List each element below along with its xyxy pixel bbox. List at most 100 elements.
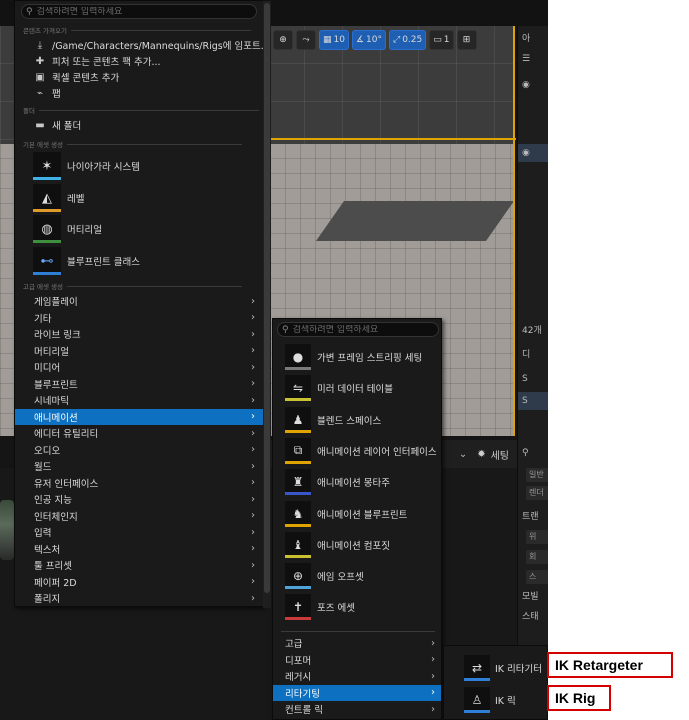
category-item[interactable]: 라이브 링크 › xyxy=(15,326,263,343)
chevron-right-icon: › xyxy=(431,654,435,665)
category-item[interactable]: 블루프린트 › xyxy=(15,376,263,393)
animation-category-item[interactable]: 리타기팅 › xyxy=(273,684,441,701)
add-content-pack-item[interactable]: ✚ 피처 또는 콘텐츠 팩 추가... xyxy=(15,53,161,69)
animation-asset-item[interactable]: ⧉ 애니메이션 레이어 인터페이스 xyxy=(285,437,437,465)
category-label: 인공 지능 xyxy=(34,495,72,507)
animation-asset-label: 가변 프레임 스트리핑 세팅 xyxy=(317,353,423,364)
quixel-label: 퀵셀 콘텐츠 추가 xyxy=(52,73,120,84)
globe-icon: ⊕ xyxy=(279,35,287,45)
animation-category-label: 디포머 xyxy=(285,655,312,667)
details-tab-general[interactable]: 일반 xyxy=(526,468,548,482)
category-item[interactable]: 텍스처 › xyxy=(15,541,263,558)
world-space-button[interactable]: ⊕ xyxy=(273,30,293,50)
blueprint-icon: ⊷ xyxy=(33,247,61,275)
chevron-right-icon: › xyxy=(251,345,255,357)
layout-button[interactable]: ⊞ xyxy=(456,30,477,50)
scale-snap-button[interactable]: ⤢ 0.25 xyxy=(389,30,427,50)
import-menu-item[interactable]: ⤓ /Game/Characters/Mannequins/Rigs에 임포트.… xyxy=(15,37,270,53)
details-tab-render[interactable]: 렌더 xyxy=(526,486,548,500)
category-item[interactable]: 머티리얼 › xyxy=(15,343,263,360)
submenu-search-input[interactable] xyxy=(292,324,433,335)
menu-search-input[interactable] xyxy=(36,6,237,17)
animation-category-item[interactable]: 레거시 › xyxy=(273,668,441,684)
menu-search-box[interactable]: ⚲ xyxy=(21,4,257,19)
details-item-2[interactable]: S xyxy=(518,392,548,410)
new-folder-label: 새 폴더 xyxy=(52,121,82,132)
section-basic-assets-label: 기본 에셋 생성 xyxy=(23,141,64,149)
animation-category-item[interactable]: 컨트롤 릭 › xyxy=(273,701,441,717)
category-item[interactable]: 툴 프리셋 › xyxy=(15,557,263,574)
new-folder-item[interactable]: ▬ 새 폴더 xyxy=(15,117,81,133)
category-label: 오디오 xyxy=(34,445,61,457)
settings-label: 세팅 xyxy=(490,450,509,462)
category-item[interactable]: 오디오 › xyxy=(15,442,263,459)
surface-snap-button[interactable]: ⤳ xyxy=(296,30,316,50)
category-item[interactable]: 페이퍼 2D › xyxy=(15,574,263,591)
character-thumbnail[interactable] xyxy=(0,500,14,560)
category-item[interactable]: 게임플레이 › xyxy=(15,293,263,310)
filter-icon[interactable]: ☰ xyxy=(518,50,548,68)
settings-button[interactable]: ✹ 세팅 xyxy=(477,447,509,462)
animation-submenu: ⚲ ● 가변 프레임 스트리핑 세팅 ⇋ 미러 데이터 테이블 ♟ 블렌드 스페이스 ⧉ 애니… xyxy=(272,318,442,720)
chevron-right-icon: › xyxy=(251,394,255,406)
category-label: 애니메이션 xyxy=(34,412,78,424)
animation-category-label: 컨트롤 릭 xyxy=(285,705,323,716)
animation-asset-item[interactable]: ♜ 애니메이션 몽타주 xyxy=(285,468,390,496)
location-field[interactable]: 위 xyxy=(526,530,548,544)
grid-snap-button[interactable]: ▦ 10 xyxy=(319,30,349,50)
niagara-system-item[interactable]: ✶ 나이아가라 시스템 xyxy=(33,151,140,181)
rotation-field[interactable]: 회 xyxy=(526,550,548,564)
camera-speed-value: 1 xyxy=(443,35,450,45)
category-item[interactable]: 폴리지 › xyxy=(15,590,263,607)
ik-rig-item[interactable]: ♙ IK 릭 xyxy=(464,686,516,714)
category-item[interactable]: 시네마틱 › xyxy=(15,392,263,409)
category-item[interactable]: 입력 › xyxy=(15,524,263,541)
quixel-icon: ▣ xyxy=(35,71,45,83)
category-item[interactable]: 인터체인지 › xyxy=(15,508,263,525)
category-item[interactable]: 미디어 › xyxy=(15,359,263,376)
rotation-snap-button[interactable]: ∡ 10° xyxy=(351,30,386,50)
animation-asset-item[interactable]: ✝ 포즈 에셋 xyxy=(285,593,355,621)
dropdown-chevron-icon[interactable]: ⌄ xyxy=(459,449,467,460)
animation-asset-item[interactable]: ● 가변 프레임 스트리핑 세팅 xyxy=(285,343,422,371)
level-icon: ◭ xyxy=(33,184,61,212)
submenu-search-box[interactable]: ⚲ xyxy=(277,322,439,337)
category-item[interactable]: 월드 › xyxy=(15,458,263,475)
chevron-right-icon: › xyxy=(251,460,255,472)
animation-asset-item[interactable]: ⇋ 미러 데이터 테이블 xyxy=(285,374,393,402)
animation-asset-item[interactable]: ♞ 애니메이션 블루프린트 xyxy=(285,500,407,528)
animation-category-item[interactable]: 디포머 › xyxy=(273,652,441,668)
category-label: 에디터 유틸리티 xyxy=(34,429,99,441)
category-item[interactable]: 기타 › xyxy=(15,310,263,327)
ik-retargeter-item[interactable]: ⇄ IK 리타기터 xyxy=(464,654,542,682)
static-mesh-section[interactable]: 스태 xyxy=(518,608,548,626)
details-search-icon[interactable]: ⚲ xyxy=(518,444,548,462)
animation-asset-item[interactable]: ♟ 블렌드 스페이스 xyxy=(285,406,381,434)
material-item[interactable]: ◍ 머티리얼 xyxy=(33,214,102,244)
folder-icon: ▬ xyxy=(35,119,45,131)
category-item[interactable]: 애니메이션 › xyxy=(15,408,263,425)
fab-item[interactable]: ⌁ 팹 xyxy=(15,85,61,101)
category-item[interactable]: 유저 인터페이스 › xyxy=(15,475,263,492)
details-item-1[interactable]: S xyxy=(518,370,548,388)
category-item[interactable]: 인공 지능 › xyxy=(15,491,263,508)
animation-category-item[interactable]: 고급 › xyxy=(273,635,441,651)
blueprint-class-item[interactable]: ⊷ 블루프린트 클래스 xyxy=(33,246,140,276)
level-item[interactable]: ◭ 레벨 xyxy=(33,183,84,213)
animation-asset-item[interactable]: ♝ 애니메이션 컴포짓 xyxy=(285,531,390,559)
scrollbar-thumb[interactable] xyxy=(264,3,270,593)
sphere-icon: ● xyxy=(285,344,311,370)
transform-section[interactable]: 트랜 xyxy=(518,508,548,526)
category-label: 페이퍼 2D xyxy=(34,577,77,589)
visibility-eye-icon[interactable]: ◉ xyxy=(518,76,548,94)
menu-scrollbar[interactable] xyxy=(263,1,271,608)
camera-speed-button[interactable]: ▭ 1 xyxy=(429,30,454,50)
scale-field[interactable]: 스 xyxy=(526,570,548,584)
category-label: 텍스처 xyxy=(34,544,61,556)
add-quixel-item[interactable]: ▣ 퀵셀 콘텐츠 추가 xyxy=(15,69,119,85)
scale-icon: ⤢ xyxy=(393,35,401,45)
animation-asset-item[interactable]: ⊕ 에임 오프셋 xyxy=(285,562,364,590)
outliner-selected-row[interactable]: ◉ xyxy=(518,144,548,162)
category-item[interactable]: 에디터 유틸리티 › xyxy=(15,425,263,442)
grid-icon: ▦ xyxy=(323,35,332,45)
